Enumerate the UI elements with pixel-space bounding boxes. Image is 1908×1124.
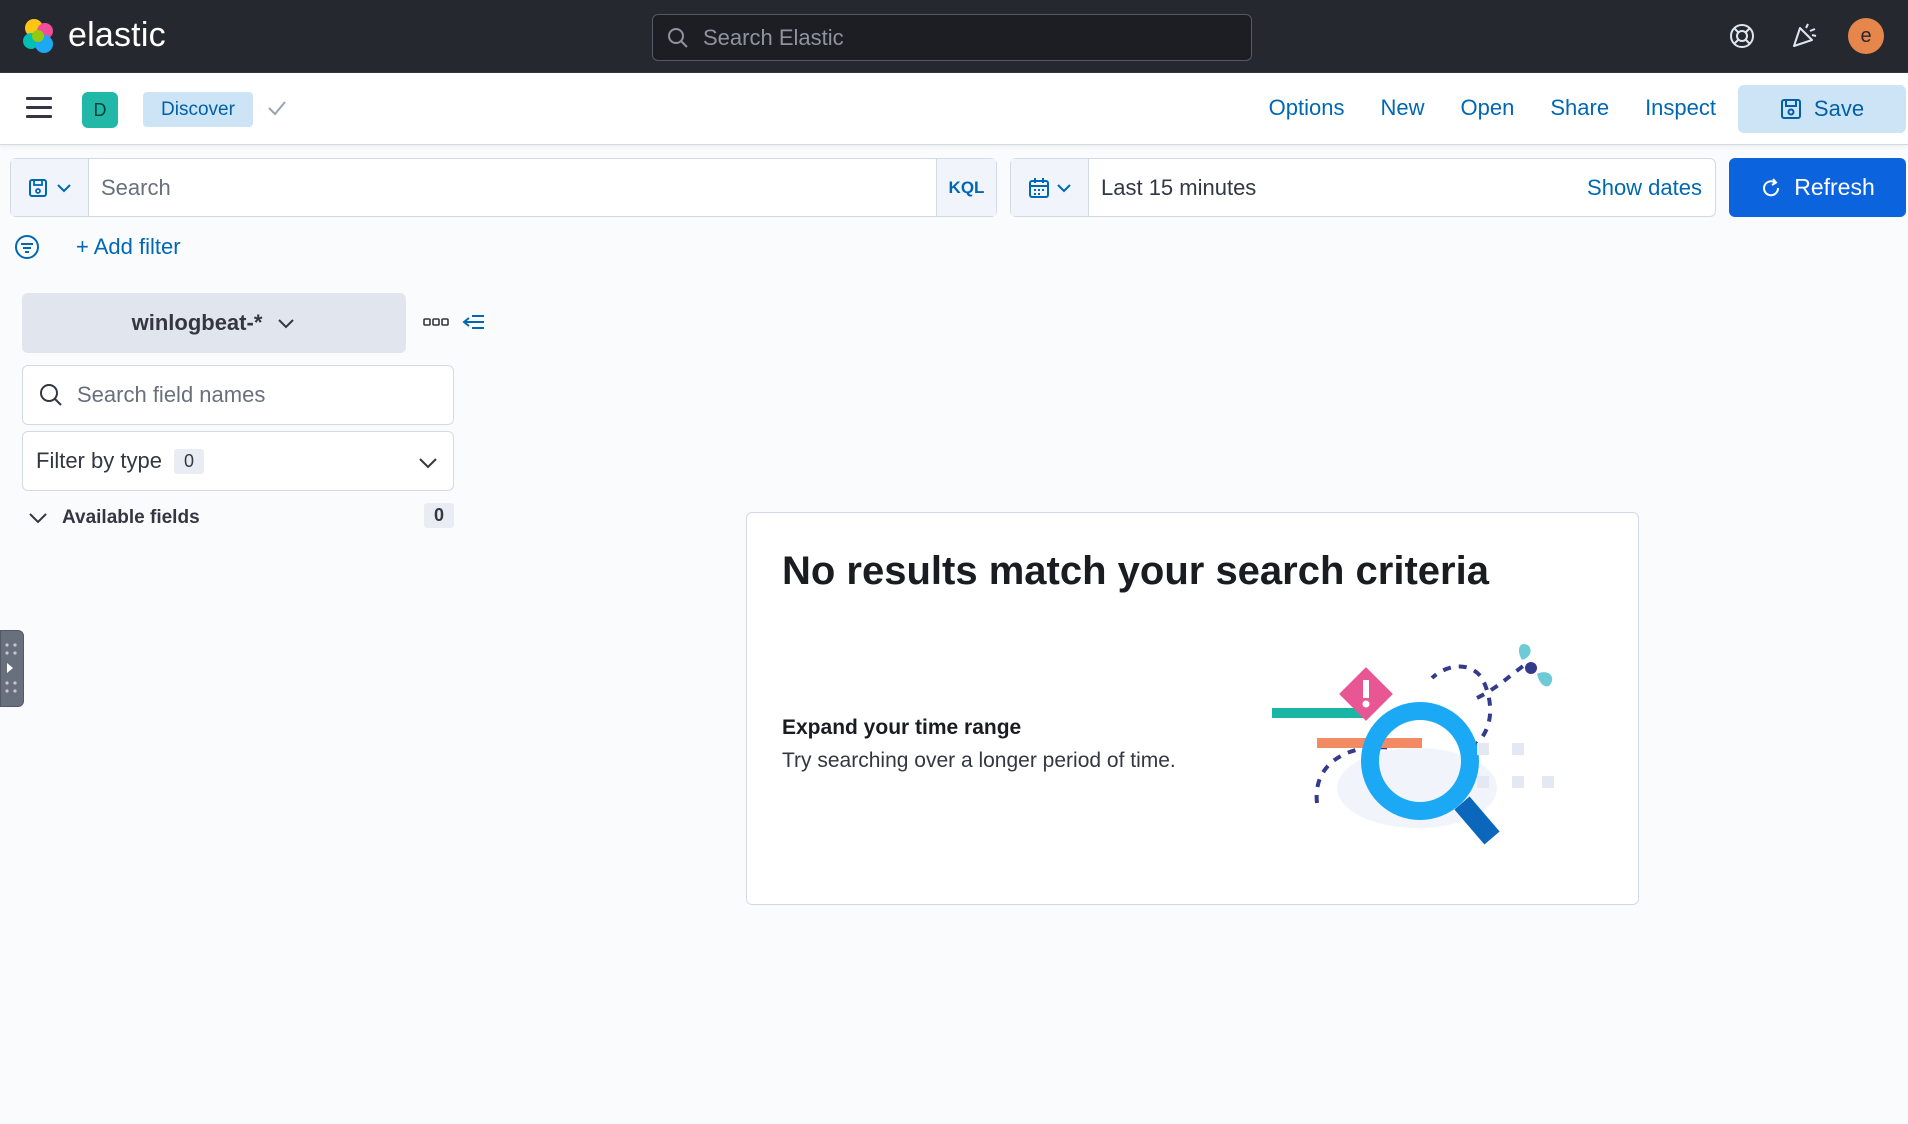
quick-select-button[interactable] — [1011, 159, 1089, 216]
saved-query-icon — [28, 178, 47, 197]
new-link[interactable]: New — [1381, 95, 1425, 121]
save-icon — [1780, 99, 1801, 119]
filter-by-type-dropdown[interactable]: Filter by type 0 — [22, 431, 454, 491]
chevron-down-icon — [419, 458, 437, 469]
search-icon — [668, 27, 688, 48]
app-navbar: D Discover Options New Open Share Inspec… — [0, 73, 1908, 145]
time-picker: Last 15 minutes Show dates — [1010, 158, 1716, 217]
sidebar-resize-handle[interactable] — [0, 630, 24, 707]
no-results-panel: No results match your search criteria Ex… — [746, 512, 1639, 905]
breadcrumb-discover[interactable]: Discover — [143, 92, 253, 127]
field-search-input[interactable] — [77, 382, 437, 408]
space-avatar[interactable]: D — [82, 92, 118, 128]
available-fields-count: 0 — [423, 503, 454, 528]
brand-name: elastic — [68, 16, 166, 54]
elastic-logo-icon — [23, 18, 53, 53]
magnifier-illustration-icon — [1272, 643, 1554, 845]
saved-query-menu[interactable] — [11, 159, 89, 216]
field-search[interactable] — [22, 365, 454, 425]
filter-bar: + Add filter — [14, 234, 181, 260]
menu-toggle-icon[interactable] — [26, 97, 52, 119]
save-button[interactable]: Save — [1738, 85, 1906, 133]
share-link[interactable]: Share — [1550, 95, 1609, 121]
index-pattern-selector[interactable]: winlogbeat-* — [22, 293, 406, 353]
filter-count-badge: 0 — [173, 448, 204, 474]
no-results-subtitle: Expand your time range — [782, 716, 1022, 739]
query-language-button[interactable]: KQL — [936, 159, 996, 216]
header-actions: e — [1724, 18, 1884, 54]
time-range-label[interactable]: Last 15 minutes — [1089, 175, 1587, 201]
chevron-down-icon — [1056, 183, 1071, 192]
no-results-body: Try searching over a longer period of ti… — [782, 749, 1176, 772]
news-feed-icon[interactable] — [1786, 18, 1822, 54]
open-link[interactable]: Open — [1461, 95, 1515, 121]
refresh-icon — [1763, 177, 1780, 196]
check-icon — [268, 101, 286, 116]
available-fields-toggle[interactable]: Available fields 0 — [28, 503, 454, 533]
filter-menu-icon[interactable] — [14, 234, 40, 260]
drag-handle-icon — [5, 643, 17, 693]
chevron-down-icon — [56, 183, 71, 192]
index-pattern-label: winlogbeat-* — [131, 310, 263, 335]
user-avatar[interactable]: e — [1848, 18, 1884, 54]
top-nav-menu: Options New Open Share Inspect — [1269, 95, 1716, 121]
filter-by-type-label: Filter by type — [36, 448, 162, 473]
add-filter-button[interactable]: + Add filter — [76, 234, 181, 260]
save-label: Save — [1813, 96, 1865, 121]
refresh-button[interactable]: Refresh — [1729, 158, 1906, 217]
chevron-down-icon — [29, 513, 47, 524]
options-link[interactable]: Options — [1269, 95, 1345, 121]
refresh-label: Refresh — [1794, 174, 1875, 200]
global-search-input[interactable] — [703, 24, 1243, 51]
query-input[interactable] — [89, 159, 936, 216]
inspect-link[interactable]: Inspect — [1645, 95, 1716, 121]
available-fields-label: Available fields — [62, 507, 200, 528]
collapse-sidebar-icon[interactable] — [462, 312, 486, 332]
help-icon[interactable] — [1724, 18, 1760, 54]
show-dates-link[interactable]: Show dates — [1587, 175, 1715, 201]
no-results-title: No results match your search criteria — [782, 549, 1489, 593]
search-icon — [40, 384, 62, 406]
more-options-icon[interactable] — [422, 315, 450, 329]
query-bar: KQL — [10, 158, 997, 217]
global-search[interactable] — [652, 14, 1252, 61]
calendar-icon — [1028, 177, 1049, 198]
global-header: elastic e — [0, 0, 1908, 73]
elastic-logo[interactable]: elastic — [20, 16, 166, 55]
index-pattern-actions — [422, 312, 486, 332]
chevron-down-icon — [278, 319, 295, 329]
